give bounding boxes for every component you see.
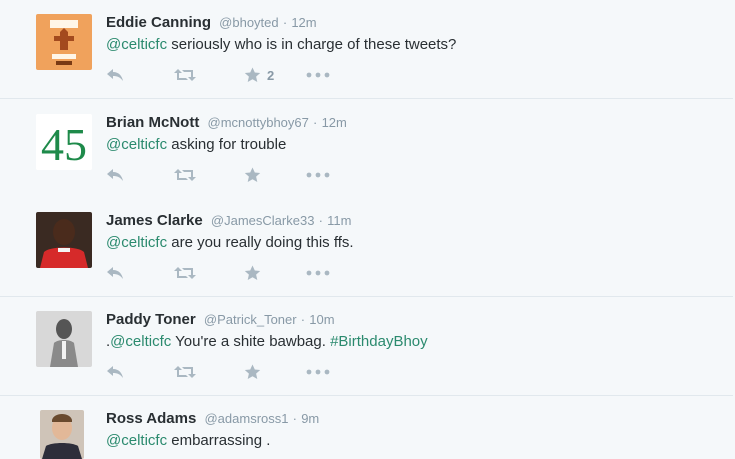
mention-link[interactable]: @celticfc bbox=[106, 136, 167, 153]
favorite-button[interactable] bbox=[244, 166, 267, 184]
tweet-text: @celticfc are you really doing this ffs. bbox=[106, 234, 354, 251]
tweet-body: You're a shite bawbag. bbox=[171, 333, 331, 350]
reply-button[interactable] bbox=[106, 66, 124, 84]
mention-link[interactable]: @celticfc bbox=[106, 36, 167, 53]
display-name[interactable]: Eddie Canning bbox=[106, 14, 211, 31]
tweet-item[interactable]: Paddy Toner @Patrick_Toner · 10m .@celti… bbox=[0, 297, 733, 396]
tweet-header: Brian McNott @mcnottybhoy67 · 12m bbox=[106, 114, 347, 131]
more-icon bbox=[306, 369, 330, 375]
separator: · bbox=[318, 213, 323, 228]
reply-icon bbox=[107, 69, 123, 81]
favorite-icon bbox=[244, 265, 261, 280]
more-button[interactable] bbox=[306, 363, 330, 381]
tweet-actions: 2 bbox=[106, 66, 366, 84]
favorite-icon bbox=[244, 67, 261, 82]
retweet-button[interactable] bbox=[174, 66, 196, 84]
tweet-text: @celticfc seriously who is in charge of … bbox=[106, 36, 456, 53]
tweet-text: .@celticfc You're a shite bawbag. #Birth… bbox=[106, 333, 428, 350]
display-name[interactable]: Ross Adams bbox=[106, 410, 196, 427]
selfie-avatar[interactable] bbox=[40, 410, 84, 459]
tweet-item[interactable]: James Clarke @JamesClarke33 · 11m @celti… bbox=[0, 198, 733, 297]
display-name[interactable]: Paddy Toner bbox=[106, 311, 196, 328]
favorite-count: 2 bbox=[267, 67, 275, 83]
tweet-item[interactable]: 45 Brian McNott @mcnottybhoy67 · 12m @ce… bbox=[0, 100, 733, 199]
number-45-avatar[interactable]: 45 bbox=[36, 114, 92, 170]
more-button[interactable] bbox=[306, 66, 330, 84]
mention-link[interactable]: @celticfc bbox=[106, 234, 167, 251]
tweet-body: asking for trouble bbox=[167, 136, 287, 153]
avatar-number: 45 bbox=[41, 119, 87, 170]
reply-button[interactable] bbox=[106, 166, 124, 184]
reply-icon bbox=[107, 267, 123, 279]
separator: · bbox=[282, 15, 288, 30]
tweet-feed: Eddie Canning @bhoyted · 12m @celticfc s… bbox=[0, 0, 735, 459]
tweet-body: are you really doing this ffs. bbox=[167, 234, 354, 251]
tweet-header: James Clarke @JamesClarke33 · 11m bbox=[106, 212, 351, 229]
bw-portrait-avatar[interactable] bbox=[36, 311, 92, 367]
timestamp[interactable]: 11m bbox=[327, 213, 351, 228]
favorite-button[interactable]: 2 bbox=[244, 66, 274, 84]
retweet-icon bbox=[174, 69, 196, 81]
reply-button[interactable] bbox=[106, 363, 124, 381]
retweet-icon bbox=[174, 267, 196, 279]
hashtag-link[interactable]: #BirthdayBhoy bbox=[330, 333, 428, 350]
favorite-icon bbox=[244, 364, 261, 379]
user-handle[interactable]: @JamesClarke33 bbox=[211, 213, 315, 228]
retweet-icon bbox=[174, 169, 196, 181]
user-handle[interactable]: @adamsross1 bbox=[204, 411, 288, 426]
retweet-icon bbox=[174, 366, 196, 378]
tweet-header: Paddy Toner @Patrick_Toner · 10m bbox=[106, 311, 335, 328]
user-handle[interactable]: @Patrick_Toner bbox=[204, 312, 297, 327]
timestamp[interactable]: 12m bbox=[322, 115, 347, 130]
more-icon bbox=[306, 172, 330, 178]
separator: · bbox=[300, 312, 306, 327]
favorite-button[interactable] bbox=[244, 264, 267, 282]
favorite-button[interactable] bbox=[244, 363, 267, 381]
tweet-header: Eddie Canning @bhoyted · 12m bbox=[106, 14, 317, 31]
footballer-photo-avatar[interactable] bbox=[36, 212, 92, 268]
tweet-actions bbox=[106, 264, 366, 282]
timestamp[interactable]: 9m bbox=[301, 411, 319, 426]
csc-crest-avatar[interactable] bbox=[36, 14, 92, 70]
tweet-text: @celticfc asking for trouble bbox=[106, 136, 286, 153]
tweet-item[interactable]: Eddie Canning @bhoyted · 12m @celticfc s… bbox=[0, 0, 733, 99]
more-button[interactable] bbox=[306, 264, 330, 282]
user-handle[interactable]: @bhoyted bbox=[219, 15, 278, 30]
separator: · bbox=[313, 115, 318, 130]
reply-icon bbox=[107, 366, 123, 378]
tweet-body: embarrassing . bbox=[167, 432, 271, 449]
reply-button[interactable] bbox=[106, 264, 124, 282]
retweet-button[interactable] bbox=[174, 264, 196, 282]
more-icon bbox=[306, 72, 330, 78]
timestamp[interactable]: 12m bbox=[291, 15, 316, 30]
tweet-actions bbox=[106, 166, 366, 184]
mention-link[interactable]: @celticfc bbox=[110, 333, 171, 350]
tweet-item[interactable]: Ross Adams @adamsross1 · 9m @celticfc em… bbox=[0, 396, 733, 459]
more-button[interactable] bbox=[306, 166, 330, 184]
favorite-icon bbox=[244, 167, 261, 182]
tweet-actions bbox=[106, 363, 366, 381]
tweet-header: Ross Adams @adamsross1 · 9m bbox=[106, 410, 319, 427]
mention-link[interactable]: @celticfc bbox=[106, 432, 167, 449]
user-handle[interactable]: @mcnottybhoy67 bbox=[208, 115, 309, 130]
display-name[interactable]: James Clarke bbox=[106, 212, 203, 229]
retweet-button[interactable] bbox=[174, 363, 196, 381]
separator: · bbox=[292, 411, 298, 426]
timestamp[interactable]: 10m bbox=[309, 312, 334, 327]
more-icon bbox=[306, 270, 330, 276]
tweet-body: seriously who is in charge of these twee… bbox=[167, 36, 457, 53]
reply-icon bbox=[107, 169, 123, 181]
retweet-button[interactable] bbox=[174, 166, 196, 184]
display-name[interactable]: Brian McNott bbox=[106, 114, 199, 131]
tweet-text: @celticfc embarrassing . bbox=[106, 432, 270, 449]
